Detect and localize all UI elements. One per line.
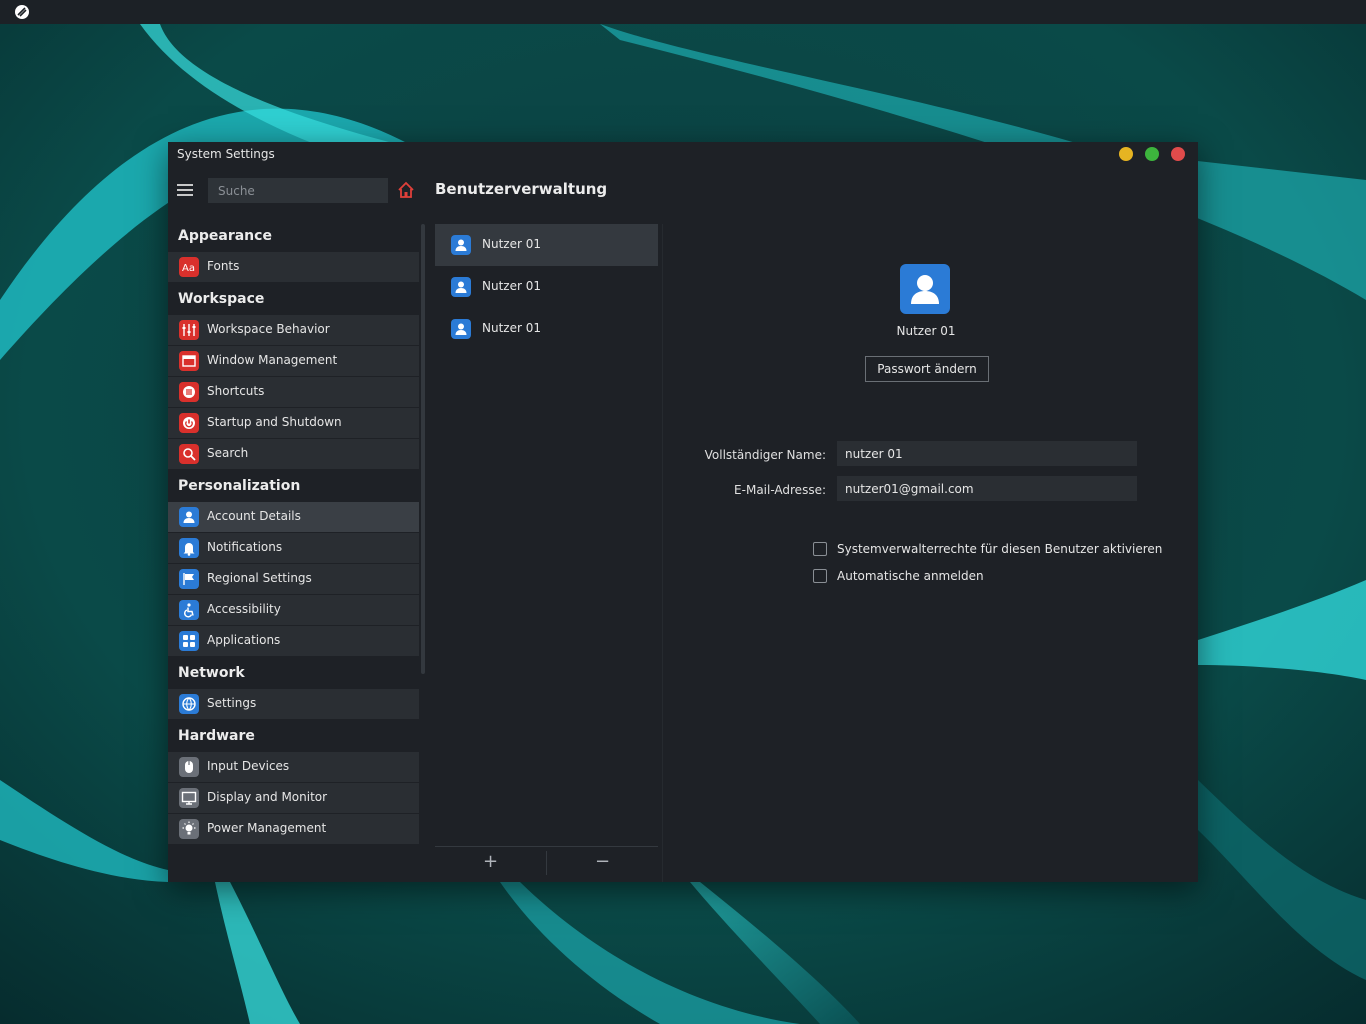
svg-text:Aa: Aa: [182, 263, 195, 274]
autologin-label: Automatische anmelden: [837, 569, 984, 583]
maximize-button[interactable]: [1145, 147, 1159, 161]
user-name-label: Nutzer 01: [482, 237, 541, 251]
sidebar-item-label: Input Devices: [207, 759, 290, 773]
full-name-field[interactable]: [837, 441, 1137, 466]
user-list: Nutzer 01 Nutzer 01 Nutzer 01: [435, 224, 658, 846]
user-icon: [451, 277, 471, 297]
user-name-label: Nutzer 01: [482, 279, 541, 293]
top-panel: [0, 0, 1366, 24]
section-header-workspace: Workspace: [178, 291, 265, 307]
email-field[interactable]: [837, 476, 1137, 501]
page-title: Benutzerverwaltung: [435, 180, 608, 198]
sidebar-item-regional-settings[interactable]: Regional Settings: [168, 564, 419, 594]
sidebar-item-notifications[interactable]: Notifications: [168, 533, 419, 563]
power-icon: [179, 413, 199, 433]
search-input[interactable]: [208, 178, 388, 203]
sidebar-item-search[interactable]: Search: [168, 439, 419, 469]
sidebar-item-label: Fonts: [207, 259, 240, 273]
settings-sidebar: Appearance Aa Fonts Workspace Workspace …: [168, 220, 419, 882]
minimize-button[interactable]: [1119, 147, 1133, 161]
window-titlebar: System Settings: [168, 142, 1198, 168]
sidebar-item-display-monitor[interactable]: Display and Monitor: [168, 783, 419, 813]
sidebar-item-label: Applications: [207, 633, 281, 647]
sidebar-item-label: Account Details: [207, 509, 301, 523]
search-icon: [179, 444, 199, 464]
sidebar-item-label: Startup and Shutdown: [207, 415, 342, 429]
user-name-label: Nutzer 01: [482, 321, 541, 335]
avatar[interactable]: [900, 264, 950, 314]
sidebar-item-label: Notifications: [207, 540, 283, 554]
sidebar-item-fonts[interactable]: Aa Fonts: [168, 252, 419, 282]
sidebar-item-label: Search: [207, 446, 249, 460]
fonts-icon: Aa: [179, 257, 199, 277]
sidebar-item-shortcuts[interactable]: Shortcuts: [168, 377, 419, 407]
selected-user-name: Nutzer 01: [896, 324, 956, 338]
sidebar-item-workspace-behavior[interactable]: Workspace Behavior: [168, 315, 419, 345]
user-list-footer: + −: [435, 846, 658, 879]
flag-icon: [179, 569, 199, 589]
distro-logo-icon[interactable]: [14, 4, 30, 20]
sidebar-item-account-details[interactable]: Account Details: [168, 502, 419, 532]
close-button[interactable]: [1171, 147, 1185, 161]
sidebar-item-label: Power Management: [207, 821, 327, 835]
sidebar-item-startup-shutdown[interactable]: Startup and Shutdown: [168, 408, 419, 438]
home-icon[interactable]: [397, 181, 415, 199]
remove-user-button[interactable]: −: [547, 847, 658, 879]
sidebar-item-label: Accessibility: [207, 602, 281, 616]
user-list-item[interactable]: Nutzer 01: [435, 266, 658, 308]
sidebar-item-label: Window Management: [207, 353, 338, 367]
sidebar-item-label: Workspace Behavior: [207, 322, 330, 336]
user-icon: [451, 319, 471, 339]
autologin-checkbox[interactable]: [813, 569, 827, 583]
user-detail-panel: Nutzer 01 Passwort ändern Vollständiger …: [662, 224, 1189, 882]
section-header-network: Network: [178, 665, 245, 681]
admin-rights-checkbox[interactable]: [813, 542, 827, 556]
sliders-icon: [179, 320, 199, 340]
user-icon: [179, 507, 199, 527]
bulb-icon: [179, 819, 199, 839]
user-icon: [451, 235, 471, 255]
sidebar-item-label: Settings: [207, 696, 257, 710]
system-settings-window: System Settings Benutzerverwaltung Appea…: [168, 142, 1198, 882]
sidebar-item-label: Shortcuts: [207, 384, 265, 398]
email-label: E-Mail-Adresse:: [734, 483, 826, 497]
change-password-button[interactable]: Passwort ändern: [865, 356, 989, 382]
sidebar-item-window-management[interactable]: Window Management: [168, 346, 419, 376]
user-avatar-icon: [911, 275, 939, 304]
hamburger-menu-icon[interactable]: [177, 184, 193, 196]
section-header-appearance: Appearance: [178, 228, 272, 244]
apps-grid-icon: [179, 631, 199, 651]
user-list-item[interactable]: Nutzer 01: [435, 308, 658, 350]
sidebar-item-power-management[interactable]: Power Management: [168, 814, 419, 844]
section-header-hardware: Hardware: [178, 728, 255, 744]
settings-toolbar: Benutzerverwaltung: [168, 168, 1198, 212]
full-name-label: Vollständiger Name:: [704, 448, 826, 462]
globe-icon: [179, 694, 199, 714]
sidebar-item-applications[interactable]: Applications: [168, 626, 419, 656]
admin-rights-label: Systemverwalterrechte für diesen Benutze…: [837, 542, 1163, 556]
shortcuts-icon: [179, 382, 199, 402]
monitor-icon: [179, 788, 199, 808]
add-user-button[interactable]: +: [435, 847, 546, 879]
sidebar-item-label: Display and Monitor: [207, 790, 328, 804]
sidebar-scrollbar[interactable]: [421, 224, 425, 674]
sidebar-item-network-settings[interactable]: Settings: [168, 689, 419, 719]
window-icon: [179, 351, 199, 371]
sidebar-item-accessibility[interactable]: Accessibility: [168, 595, 419, 625]
sidebar-item-input-devices[interactable]: Input Devices: [168, 752, 419, 782]
window-title: System Settings: [177, 147, 275, 161]
sidebar-item-label: Regional Settings: [207, 571, 312, 585]
user-list-item[interactable]: Nutzer 01: [435, 224, 658, 266]
bell-icon: [179, 538, 199, 558]
mouse-icon: [179, 757, 199, 777]
section-header-personalization: Personalization: [178, 478, 301, 494]
accessibility-icon: [179, 600, 199, 620]
